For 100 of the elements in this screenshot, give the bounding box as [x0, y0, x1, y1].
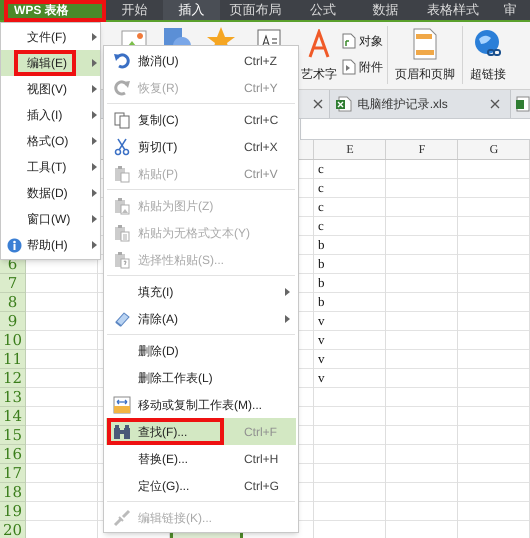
- submenu-arrow-icon: [92, 111, 97, 119]
- ribbon-tab[interactable]: 表格样式: [416, 0, 490, 20]
- submenu-arrow-icon: [92, 163, 97, 171]
- row-header[interactable]: 13: [0, 388, 25, 407]
- row-header[interactable]: 16: [0, 445, 25, 464]
- column-header[interactable]: F: [386, 140, 458, 159]
- ribbon-button[interactable]: 附件: [342, 58, 383, 76]
- document-tab[interactable]: 电脑维护记录.xls: [330, 90, 511, 118]
- menu-item[interactable]: 编辑(E): [1, 50, 100, 76]
- help-icon: [6, 238, 22, 252]
- row-header[interactable]: 10: [0, 331, 25, 350]
- letter-a-icon: [306, 29, 332, 59]
- clipboard-icon: [113, 164, 131, 182]
- document-icon: [342, 33, 356, 49]
- attachment-icon: [342, 59, 356, 75]
- menu-item[interactable]: 剪切(T) Ctrl+X: [106, 133, 296, 160]
- row-header[interactable]: 14: [0, 407, 25, 426]
- table-cell-text: v: [317, 369, 326, 387]
- ribbon-tab[interactable]: 公式: [291, 0, 355, 20]
- row-header[interactable]: 15: [0, 426, 25, 445]
- submenu-arrow-icon: [92, 59, 97, 67]
- menu-item: 粘贴为无格式文本(Y): [106, 219, 296, 246]
- menu-item[interactable]: 帮助(H): [1, 232, 100, 258]
- menu-item[interactable]: 工具(T): [1, 154, 100, 180]
- eraser-icon: [113, 310, 131, 328]
- submenu-arrow-icon: [92, 215, 97, 223]
- menu-item: 编辑链接(K)...: [106, 504, 296, 531]
- menu-item[interactable]: 撤消(U) Ctrl+Z: [106, 47, 296, 74]
- menu-item[interactable]: 视图(V): [1, 76, 100, 102]
- move-sheet-icon: [113, 396, 131, 414]
- row-header[interactable]: 8: [0, 293, 25, 312]
- ribbon-button[interactable]: 页眉和页脚: [392, 26, 458, 83]
- undo-icon: [113, 52, 131, 70]
- menu-item[interactable]: 文件(F): [1, 24, 100, 50]
- scissors-icon: [113, 138, 131, 156]
- table-cell-text: c: [317, 160, 325, 178]
- row-header[interactable]: 9: [0, 312, 25, 331]
- close-icon[interactable]: [312, 99, 323, 109]
- ribbon-tab[interactable]: 插入: [163, 0, 220, 20]
- menu-item[interactable]: 复制(C) Ctrl+C: [106, 106, 296, 133]
- clipboard-icon: [113, 250, 131, 268]
- menu-item: 恢复(R) Ctrl+Y: [106, 74, 296, 101]
- submenu-arrow-icon: [285, 288, 290, 296]
- redo-icon: [113, 78, 131, 96]
- menu-item[interactable]: 替换(E)... Ctrl+H: [106, 445, 296, 472]
- page-header-icon: [412, 28, 438, 60]
- menu-item[interactable]: 移动或复制工作表(M)...: [106, 391, 296, 418]
- menu-item[interactable]: 数据(D): [1, 180, 100, 206]
- table-cell-text: c: [317, 198, 325, 216]
- spreadsheet-file-icon[interactable]: [516, 96, 530, 112]
- submenu-arrow-icon: [92, 189, 97, 197]
- close-icon[interactable]: [490, 99, 500, 109]
- menu-item: 选择性粘贴(S)...: [106, 246, 296, 273]
- ribbon-button[interactable]: 艺术字: [298, 26, 340, 83]
- formula-field[interactable]: [300, 119, 530, 140]
- ribbon-tab[interactable]: 页面布局: [220, 0, 291, 20]
- row-header[interactable]: 17: [0, 464, 25, 483]
- copy-icon: [113, 110, 131, 128]
- ribbon-tab[interactable]: 开始: [106, 0, 163, 20]
- row-header[interactable]: 12: [0, 369, 25, 388]
- row-header[interactable]: 7: [0, 274, 25, 293]
- table-cell-text: b: [317, 274, 326, 292]
- submenu-arrow-icon: [92, 85, 97, 93]
- row-header[interactable]: 18: [0, 483, 25, 502]
- menu-item[interactable]: 插入(I): [1, 102, 100, 128]
- menu-item: 粘贴为图片(Z): [106, 192, 296, 219]
- submenu-arrow-icon: [92, 241, 97, 249]
- menu-item[interactable]: 删除工作表(L): [106, 364, 296, 391]
- menu-item: 粘贴(P) Ctrl+V: [106, 160, 296, 187]
- table-cell-text: b: [317, 236, 326, 254]
- spreadsheet-file-icon: [336, 96, 352, 112]
- table-cell-text: b: [317, 293, 326, 311]
- table-cell-text: v: [317, 331, 326, 349]
- ribbon-tab[interactable]: 审: [490, 0, 530, 20]
- row-header[interactable]: 20: [0, 521, 25, 538]
- row-header[interactable]: 11: [0, 350, 25, 369]
- ribbon-button[interactable]: 对象: [342, 32, 383, 50]
- menu-item[interactable]: 填充(I): [106, 278, 296, 305]
- globe-link-icon: [473, 29, 503, 59]
- clipboard-icon: [113, 224, 131, 242]
- row-header[interactable]: 19: [0, 502, 25, 521]
- ribbon-tab[interactable]: 数据: [355, 0, 416, 20]
- submenu-arrow-icon: [92, 33, 97, 41]
- submenu-arrow-icon: [92, 137, 97, 145]
- menu-item[interactable]: 查找(F)... Ctrl+F: [106, 418, 296, 445]
- table-cell-text: b: [317, 255, 326, 273]
- table-cell-text: v: [317, 312, 326, 330]
- column-header[interactable]: E: [314, 140, 386, 159]
- clipboard-icon: [113, 196, 131, 214]
- submenu-arrow-icon: [285, 314, 290, 322]
- column-header[interactable]: G: [458, 140, 530, 159]
- menu-item[interactable]: 格式(O): [1, 128, 100, 154]
- menu-item[interactable]: 窗口(W): [1, 206, 100, 232]
- menu-item[interactable]: 删除(D): [106, 337, 296, 364]
- menu-item[interactable]: 定位(G)... Ctrl+G: [106, 472, 296, 499]
- table-cell-text: c: [317, 217, 325, 235]
- chain-link-icon: [113, 508, 131, 526]
- binoculars-icon: [113, 422, 131, 440]
- ribbon-button[interactable]: 超链接: [467, 26, 509, 83]
- menu-item[interactable]: 清除(A): [106, 305, 296, 332]
